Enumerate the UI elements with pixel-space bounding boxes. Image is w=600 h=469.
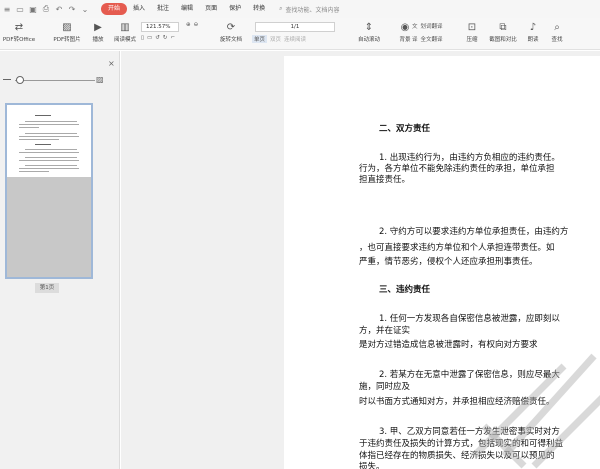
thumb-line [19,127,39,128]
redo-icon[interactable]: ↷ [67,4,77,14]
thumb-line [35,115,51,116]
save-icon[interactable]: ▣ [28,4,38,14]
section-heading: 二、双方责任 [379,124,431,134]
search-icon: ⌕ [279,5,283,12]
pdf-convert-icon: ⇄ [14,21,24,33]
search-placeholder: 查找功能、文档内容 [285,6,340,14]
thumb-line [19,168,79,169]
zoom-buttons: ⊕ ⊖ [186,22,201,28]
thumb-line [25,121,77,122]
screen-compare-button[interactable]: ⧉ 截图和对比 [486,18,520,44]
thumb-line [19,152,79,153]
image-icon: ▨ [62,21,72,33]
rotate-doc-icon: ⟳ [226,21,236,33]
slider-handle[interactable] [16,76,24,84]
slider-track[interactable] [15,80,95,81]
thumb-line [19,124,79,125]
title-bar: ≡ ▭ ▣ ⎙ ↶ ↷ ⌄ 开始 插入 批注 编辑 页面 保护 转换 ⌕ 查找功… [0,0,600,18]
thumbnail-text-area [7,105,91,177]
paragraph-line: 施，同时应及 [359,382,411,392]
zoom-in-icon[interactable]: ⊕ [186,22,191,28]
fit-width-icon[interactable]: ▯ [141,35,144,41]
menu-tab-protect[interactable]: 保护 [223,3,247,15]
double-page-button[interactable]: 双页 [270,35,281,43]
pdf-to-office-button[interactable]: ⇄ PDF转Office [2,18,36,44]
compress-icon: ⊡ [467,21,477,33]
minus-icon [3,79,11,80]
paragraph-line: ，也可直接要求违约方单位和个人承担连带责任。如 [359,243,555,253]
read-mode-button[interactable]: ▥ 阅读模式 [108,18,142,44]
thumb-line [19,136,79,137]
close-icon[interactable]: × [108,59,115,68]
book-icon: ▥ [120,21,130,33]
screenshot-icon: ⧉ [499,21,507,33]
thumbnail-size-slider[interactable]: ▨ [3,75,113,85]
search-box[interactable]: ⌕ 查找功能、文档内容 [279,5,339,14]
menu-tab-annotate[interactable]: 批注 [151,3,175,15]
eye-icon: ◉ [400,21,410,33]
translate-button[interactable]: 划词翻译 [421,22,443,30]
undo-icon[interactable]: ↶ [54,4,64,14]
scroll-icon: ⇕ [364,21,374,33]
menu-tab-edit[interactable]: 编辑 [175,3,199,15]
speaker-icon: ♪ [529,21,537,33]
thumbnail-unrendered-area [7,177,91,277]
chevron-down-icon[interactable]: ⌄ [80,4,90,14]
zoom-out-icon[interactable]: ⊖ [194,22,199,28]
thumb-line [19,160,79,161]
menu-tab-convert[interactable]: 转换 [247,3,271,15]
fit-page-icon[interactable]: ▭ [147,35,152,41]
thumb-line [19,171,49,172]
auto-scroll-button[interactable]: ⇕ 自动滚动 [352,18,386,44]
paragraph-line: 担直接责任。 [359,175,411,185]
document-page: 二、双方责任 1. 出现违约行为，由违约方负相应的违约责任。 行为，各方单位不能… [284,56,600,469]
thumb-line [25,133,77,134]
single-page-button[interactable]: 单页 [252,35,268,43]
view-mode-row: 单页 双页 连续阅读 [252,35,309,43]
full-translate-button[interactable]: 全文翻译 [421,35,443,43]
toolbar: ⇄ PDF转Office ▨ PDF转图片 ▶ 播放 ▥ 阅读模式 121.57… [0,18,600,50]
watermark-graphic [471,353,600,469]
thumb-line [25,149,77,150]
thumb-line [35,144,51,145]
page-thumbnail[interactable] [5,103,93,279]
translate-icon: 文 [412,24,418,30]
play-icon: ▶ [94,21,102,33]
section-heading: 三、违约责任 [379,285,431,295]
document-viewer[interactable]: 二、双方责任 1. 出现违约行为，由违约方负相应的违约责任。 行为，各方单位不能… [121,51,600,469]
page-number-label: 第1页 [35,283,59,293]
find-icon: ⌕ [554,21,560,33]
thumb-line [25,165,77,166]
translate-row: 文 划词翻译 [412,22,446,30]
full-translate-icon: 译 [412,37,418,43]
full-translate-row: 译 全文翻译 [412,35,446,43]
compress-button[interactable]: ⊡ 压缩 [455,18,489,44]
continuous-read-button[interactable]: 连续阅读 [284,35,306,43]
print-icon[interactable]: ⎙ [41,4,51,14]
thumb-line [19,139,59,140]
main-menu: 开始 插入 批注 编辑 页面 保护 转换 [101,3,271,15]
paragraph-line: 2. 守约方可以要求违约方单位承担责任，由违约方 [379,227,569,237]
open-icon[interactable]: ▭ [15,4,25,14]
paragraph-line: 严重，情节恶劣，侵权个人还应承担刑事责任。 [359,257,538,267]
page-input[interactable]: 1/1 [255,22,335,32]
select-icon[interactable]: ⌐ [170,35,175,41]
thumb-line [25,157,77,158]
image-icon: ▨ [96,75,104,84]
menu-tab-insert[interactable]: 插入 [127,3,151,15]
pdf-to-image-button[interactable]: ▨ PDF转图片 [50,18,84,44]
zoom-controls: ▯ ▭ ↺ ↻ ⌐ [141,35,178,41]
menu-icon[interactable]: ≡ [2,4,12,14]
find-button[interactable]: ⌕ 查找 [540,18,574,44]
paragraph-line: 损失。 [359,462,385,469]
menu-tab-start[interactable]: 开始 [101,3,128,15]
rotate-right-icon[interactable]: ↻ [163,35,168,41]
thumbnail-sidebar: × ▨ 第1页 [0,51,120,469]
menu-tab-page[interactable]: 页面 [199,3,223,15]
rotate-doc-button[interactable]: ⟳ 旋转文档 [214,18,248,44]
paragraph-line: 方，并在证实 [359,326,411,336]
rotate-left-icon[interactable]: ↺ [155,35,160,41]
zoom-input[interactable]: 121.57% [141,22,179,32]
